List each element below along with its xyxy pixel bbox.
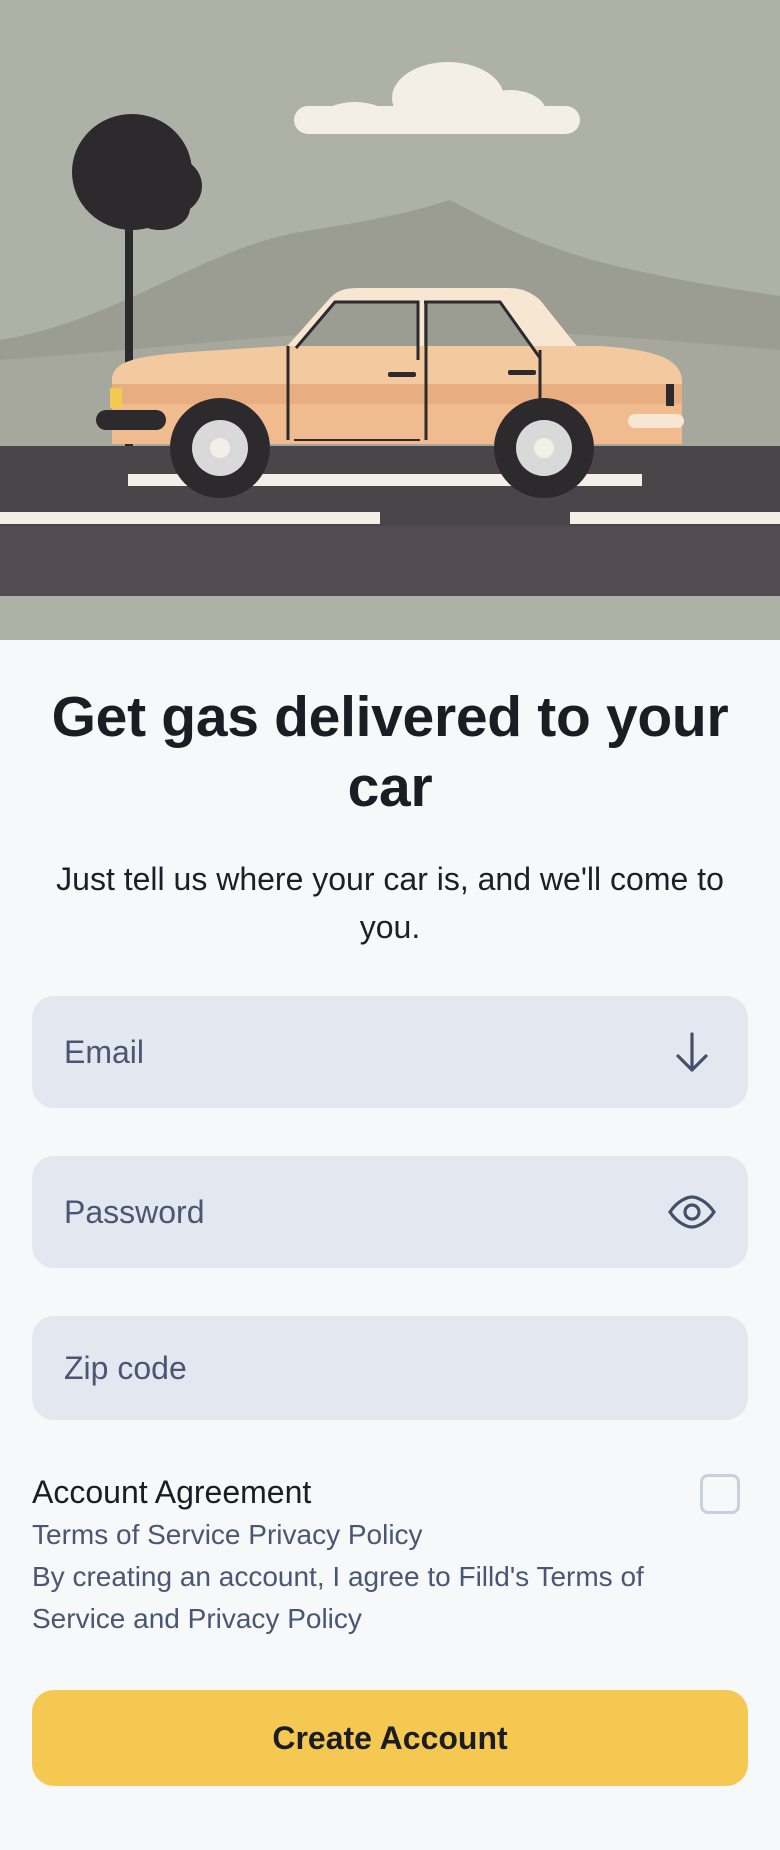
- password-field[interactable]: [32, 1156, 748, 1268]
- zip-code-input[interactable]: [64, 1349, 716, 1387]
- car-illustration: [0, 0, 780, 640]
- email-input[interactable]: [64, 1033, 668, 1071]
- page-subtitle: Just tell us where your car is, and we'l…: [56, 861, 724, 945]
- password-input[interactable]: [64, 1193, 668, 1231]
- agreement-text: By creating an account, I agree to Filld…: [32, 1561, 644, 1634]
- page-title: Get gas delivered to your car: [51, 685, 729, 819]
- agreement-checkbox[interactable]: [700, 1474, 740, 1514]
- zip-code-field[interactable]: [32, 1316, 748, 1420]
- agreement-title: Account Agreement: [32, 1474, 312, 1510]
- hero-illustration: [0, 0, 780, 640]
- create-account-button[interactable]: Create Account: [32, 1690, 748, 1786]
- email-field[interactable]: [32, 996, 748, 1108]
- account-agreement: Account Agreement Terms of Service Priva…: [32, 1470, 748, 1640]
- agreement-links[interactable]: Terms of Service Privacy Policy: [32, 1514, 748, 1556]
- arrow-down-icon[interactable]: [668, 1028, 716, 1076]
- eye-icon[interactable]: [668, 1188, 716, 1236]
